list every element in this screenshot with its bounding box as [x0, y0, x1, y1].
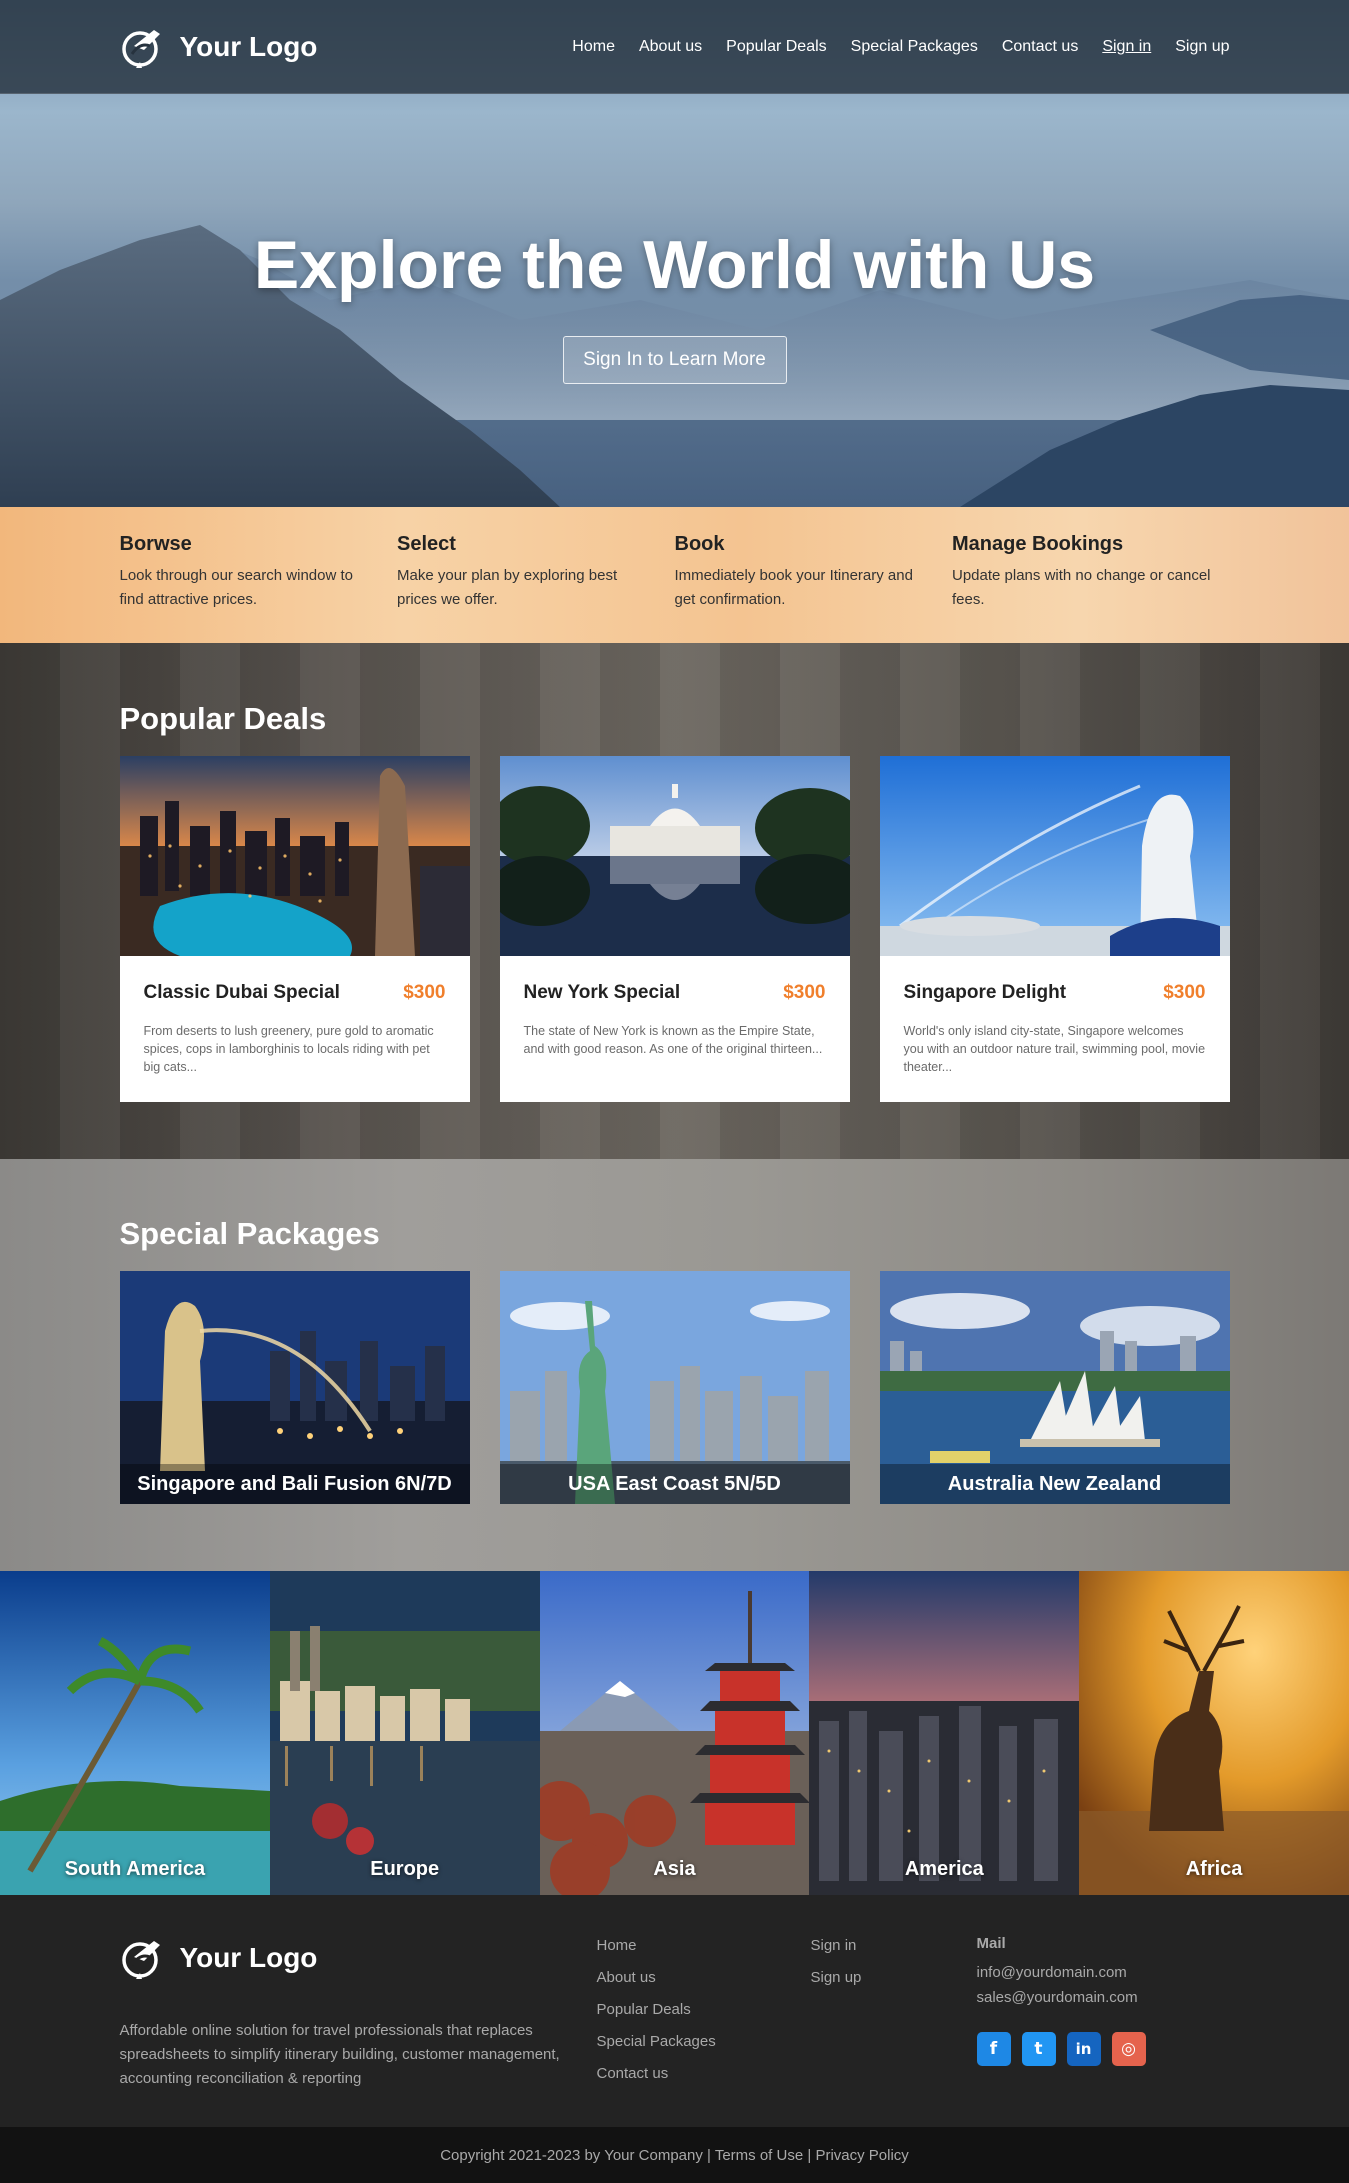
nav-popular-deals[interactable]: Popular Deals [726, 38, 827, 56]
step-text: Immediately book your Itinerary and get … [674, 567, 913, 608]
linkedin-icon[interactable]: in [1066, 2032, 1101, 2066]
deal-description: World's only island city-state, Singapor… [903, 1024, 1206, 1074]
logo-text: Your Logo [179, 31, 318, 62]
copyright-bar: Copyright 2021-2023 by Your Company | Te… [0, 2127, 1349, 2183]
step-title: Borwse [119, 533, 192, 555]
instagram-icon[interactable]: ◎ [1111, 2032, 1146, 2066]
special-packages-section: Special Packages Singapore and Bali Fusi… [0, 1159, 1349, 1571]
region-label: South America [64, 1858, 206, 1880]
email-info[interactable]: info@yourdomain.com [977, 1964, 1146, 1981]
step-text: Look through our search window to find a… [119, 567, 353, 608]
twitter-icon[interactable]: t [1021, 2032, 1056, 2066]
singapore-image [879, 756, 1230, 956]
deal-description: From deserts to lush greenery, pure gold… [143, 1024, 434, 1074]
dubai-image [119, 756, 470, 956]
region-america[interactable]: America [809, 1571, 1080, 1895]
nav-special-packages[interactable]: Special Packages [851, 38, 978, 56]
package-label: USA East Coast 5N/5D [499, 1464, 850, 1504]
step-manage-bookings: Manage Bookings Update plans with no cha… [952, 533, 1230, 612]
header-logo[interactable]: Your Logo [120, 24, 318, 70]
step-text: Make your plan by exploring best prices … [397, 567, 618, 608]
nav-home[interactable]: Home [572, 38, 615, 56]
logo-icon [121, 30, 160, 68]
region-label: Europe [370, 1858, 440, 1880]
deal-price: $300 [1163, 982, 1206, 1003]
footer-about-text: Affordable online solution for travel pr… [119, 2022, 560, 2087]
step-browse: Borwse Look through our search window to… [120, 533, 398, 612]
region-south-america[interactable]: South America [0, 1571, 270, 1895]
footer-link-popular-deals[interactable]: Popular Deals [597, 2001, 691, 2018]
deal-card-singapore[interactable]: Singapore Delight $300 World's only isla… [879, 756, 1230, 1102]
footer-link-special-packages[interactable]: Special Packages [597, 2033, 716, 2050]
mail-heading: Mail [976, 1935, 1006, 1952]
copyright-text: Copyright 2021-2023 by Your Company [440, 2146, 703, 2164]
footer-link-sign-up[interactable]: Sign up [811, 1969, 862, 1986]
footer-links-account: Sign in Sign up [811, 1935, 977, 1988]
nav-sign-in[interactable]: Sign in [1102, 38, 1151, 56]
region-label: Africa [1185, 1858, 1243, 1880]
terms-link[interactable]: Terms of Use [715, 2147, 803, 2164]
separator: | [803, 2146, 816, 2164]
region-label: America [904, 1858, 984, 1880]
package-usa-east-coast[interactable]: USA East Coast 5N/5D [499, 1271, 850, 1504]
footer-link-sign-in[interactable]: Sign in [811, 1937, 857, 1954]
social-links: f t in ◎ [976, 2032, 1146, 2066]
package-australia-nz[interactable]: Australia New Zealand [879, 1271, 1230, 1504]
deal-description: The state of New York is known as the Em… [523, 1024, 823, 1056]
deer-sunset-image [1079, 1571, 1349, 1895]
deal-card-new-york[interactable]: New York Special $300 The state of New Y… [499, 756, 850, 1102]
logo-text: Your Logo [179, 1942, 318, 1973]
popular-deals-title: Popular Deals [119, 701, 327, 736]
deal-price: $300 [403, 982, 446, 1003]
deal-card-dubai[interactable]: Classic Dubai Special $300 From deserts … [119, 756, 470, 1102]
fuji-pagoda-image [539, 1571, 810, 1895]
step-title: Manage Bookings [952, 533, 1124, 555]
step-book: Book Immediately book your Itinerary and… [675, 533, 953, 612]
step-title: Book [674, 533, 725, 555]
regions-strip: South America Europe Asia America Africa [0, 1571, 1349, 1895]
footer: Your Logo Affordable online solution for… [0, 1895, 1349, 2127]
new-york-image [499, 756, 850, 956]
popular-deals-section: Popular Deals Classic Dubai Special $300… [0, 643, 1349, 1159]
hero-section: Your Logo Home About us Popular Deals Sp… [0, 0, 1349, 507]
step-select: Select Make your plan by exploring best … [397, 533, 675, 612]
footer-link-contact[interactable]: Contact us [597, 2065, 669, 2082]
steps-band: Borwse Look through our search window to… [0, 507, 1349, 643]
package-label: Australia New Zealand [879, 1464, 1230, 1504]
footer-link-home[interactable]: Home [597, 1937, 637, 1954]
deal-title: Singapore Delight [903, 982, 1067, 1003]
package-label: Singapore and Bali Fusion 6N/7D [119, 1464, 470, 1504]
facebook-icon[interactable]: f [976, 2032, 1011, 2066]
main-nav: Home About us Popular Deals Special Pack… [572, 38, 1229, 56]
footer-link-about[interactable]: About us [597, 1969, 656, 1986]
deal-price: $300 [783, 982, 826, 1003]
nav-about[interactable]: About us [639, 38, 702, 56]
footer-logo[interactable]: Your Logo [120, 1935, 597, 1981]
deal-title: Classic Dubai Special [143, 982, 340, 1003]
deal-title: New York Special [523, 982, 681, 1003]
step-text: Update plans with no change or cancel fe… [952, 567, 1211, 608]
logo-icon [121, 1941, 160, 1979]
hero-title: Explore the World with Us [253, 227, 1096, 303]
beach-palm-image [0, 1571, 270, 1895]
region-europe[interactable]: Europe [269, 1571, 540, 1895]
separator: | [702, 2146, 715, 2164]
region-label: Asia [653, 1858, 696, 1880]
email-sales[interactable]: sales@yourdomain.com [977, 1989, 1146, 2006]
top-navbar: Your Logo Home About us Popular Deals Sp… [0, 0, 1349, 94]
region-africa[interactable]: Africa [1079, 1571, 1349, 1895]
region-asia[interactable]: Asia [539, 1571, 810, 1895]
footer-links-main: Home About us Popular Deals Special Pack… [597, 1935, 811, 2084]
nav-sign-up[interactable]: Sign up [1175, 38, 1229, 56]
special-packages-title: Special Packages [119, 1216, 380, 1251]
nav-contact[interactable]: Contact us [1002, 38, 1078, 56]
city-aerial-image [809, 1571, 1080, 1895]
step-title: Select [397, 533, 456, 555]
lucerne-town-image [269, 1571, 540, 1895]
package-singapore-bali[interactable]: Singapore and Bali Fusion 6N/7D [119, 1271, 470, 1504]
privacy-link[interactable]: Privacy Policy [815, 2147, 908, 2164]
hero-sign-in-button[interactable]: Sign In to Learn More [562, 336, 787, 384]
